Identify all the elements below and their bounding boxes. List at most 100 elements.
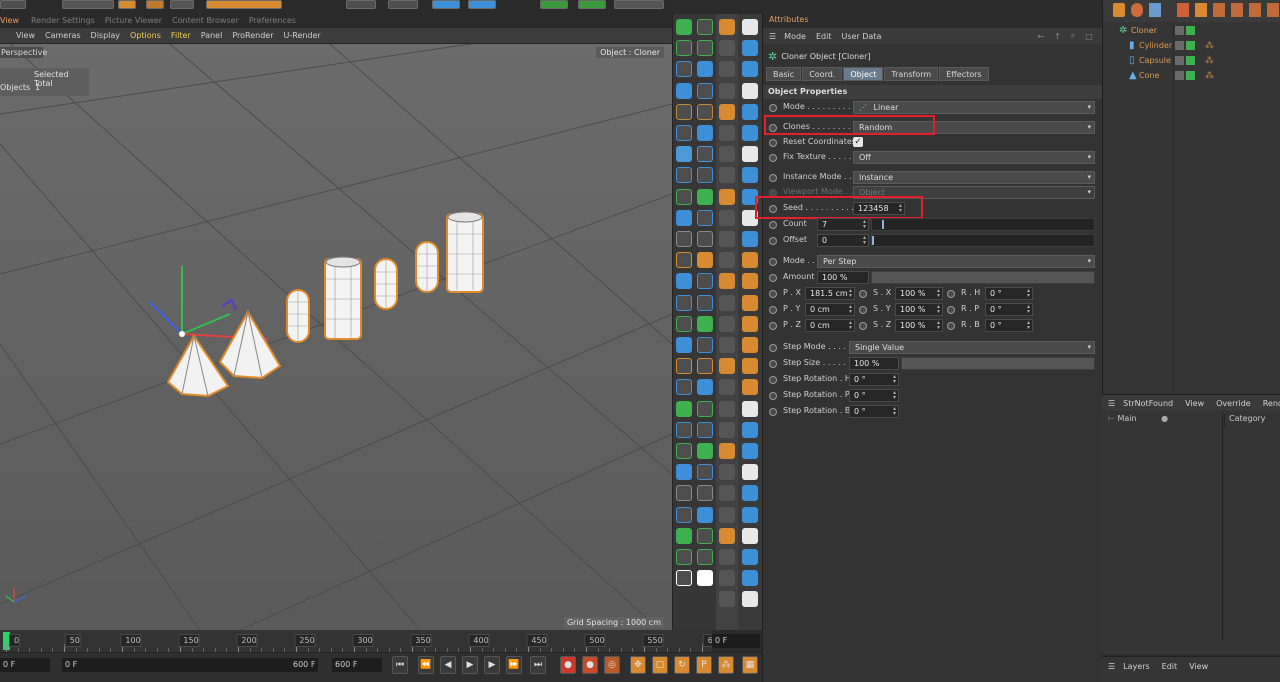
attr-menu-user-data[interactable]: User Data (841, 32, 881, 41)
sy-input[interactable]: 100 % ▴ ▾ (895, 303, 943, 316)
animation-dot-icon[interactable] (769, 360, 777, 368)
tool-icon[interactable] (697, 337, 713, 353)
mode-icon[interactable] (719, 231, 735, 247)
tool-icon[interactable] (676, 379, 692, 396)
layout-icon[interactable] (742, 19, 758, 35)
tool-icon[interactable] (676, 421, 692, 438)
menu-item-preferences[interactable]: Preferences (249, 16, 296, 25)
px-input[interactable]: 181.5 cm ▴ ▾ (805, 287, 855, 300)
animation-dot-icon[interactable] (769, 139, 777, 147)
mode-icon[interactable] (719, 591, 735, 608)
tool-icon[interactable] (697, 273, 713, 290)
start-frame-field[interactable]: 0 F (0, 658, 50, 672)
tool-icon[interactable] (697, 400, 713, 417)
timeline-ruler[interactable]: 05010015020025030035040045050055060 (0, 630, 719, 652)
mode-icon[interactable] (719, 146, 735, 163)
object-item-capsule[interactable]: ▯ Capsule ⁂ (1103, 55, 1280, 69)
record-button[interactable]: ● (560, 656, 576, 674)
shapes-icon[interactable] (1267, 3, 1279, 17)
toolbar-button[interactable] (432, 0, 460, 9)
keyframe-selection-button[interactable]: ◎ (604, 656, 620, 674)
spin-arrows-icon[interactable]: ▴ ▾ (1027, 288, 1030, 299)
tool-icon[interactable] (676, 209, 692, 226)
take-menu-strnotfound[interactable]: StrNotFound (1123, 399, 1173, 408)
autokey-button[interactable]: ● (582, 656, 598, 674)
toolbar-button[interactable] (346, 0, 376, 9)
step-size-slider[interactable] (901, 357, 1095, 370)
tool-icon[interactable] (676, 527, 692, 544)
clone-capsule-1[interactable] (286, 289, 310, 343)
object-item-cloner[interactable]: ✲ Cloner (1103, 25, 1280, 39)
tool-icon[interactable] (697, 146, 713, 163)
object-icon[interactable] (1131, 3, 1143, 17)
spin-arrows-icon[interactable]: ▴ ▾ (849, 320, 852, 331)
layout-icon[interactable] (742, 591, 758, 608)
tool-icon[interactable] (676, 231, 692, 247)
tool-icon[interactable] (697, 315, 713, 332)
back-arrow-icon[interactable]: ← (1037, 32, 1044, 41)
layout-icon[interactable] (742, 146, 758, 163)
amount-input[interactable]: 100 % (817, 271, 869, 284)
phong-tag-icon[interactable]: ⁂ (1205, 41, 1214, 51)
object-visibility-tags[interactable] (1175, 56, 1199, 67)
tool-icon[interactable] (697, 252, 713, 269)
toolbar-button[interactable] (614, 0, 664, 9)
layout-icon[interactable] (742, 570, 758, 587)
tool-icon[interactable] (676, 506, 692, 523)
next-key-button[interactable]: ⏩ (506, 656, 522, 674)
rp-input[interactable]: 0 ° ▴ ▾ (985, 303, 1033, 316)
tool-icon[interactable] (676, 82, 692, 99)
rh-input[interactable]: 0 ° ▴ ▾ (985, 287, 1033, 300)
py-input[interactable]: 0 cm ▴ ▾ (805, 303, 855, 316)
mode-icon[interactable] (719, 273, 735, 290)
shapes-icon[interactable] (1231, 3, 1243, 17)
layout-icon[interactable] (742, 82, 758, 99)
tool-icon[interactable] (697, 570, 713, 587)
count-slider[interactable] (871, 218, 1095, 231)
toolbar-button[interactable] (118, 0, 136, 9)
animation-dot-icon[interactable] (769, 237, 777, 245)
goto-end-button[interactable]: ⏭ (530, 656, 546, 674)
layout-icon[interactable] (742, 527, 758, 544)
mode-icon[interactable] (719, 549, 735, 565)
key-position-button[interactable]: ✥ (630, 656, 646, 674)
object-item-cylinder[interactable]: ▮ Cylinder ⁂ (1103, 40, 1280, 54)
animation-dot-icon[interactable] (769, 344, 777, 352)
current-frame-field[interactable]: 0 F (712, 634, 760, 648)
layout-icon[interactable] (742, 167, 758, 184)
vp-menu-filter[interactable]: Filter (171, 31, 191, 40)
spin-arrows-icon[interactable]: ▴ ▾ (1027, 304, 1030, 315)
animation-dot-icon[interactable] (769, 174, 777, 182)
tool-icon[interactable] (676, 40, 692, 57)
object-visibility-tags[interactable] (1175, 71, 1199, 82)
toolbar-button[interactable] (0, 0, 26, 9)
tool-icon[interactable] (676, 294, 692, 311)
animation-dot-icon[interactable] (859, 322, 867, 330)
layout-icon[interactable] (742, 506, 758, 523)
animation-dot-icon[interactable] (769, 322, 777, 330)
home-icon[interactable] (1113, 3, 1125, 17)
tool-icon[interactable] (676, 443, 692, 459)
amount-slider[interactable] (871, 271, 1095, 284)
mode-icon[interactable] (719, 61, 735, 78)
take-menu-override[interactable]: Override (1216, 399, 1251, 408)
key-parameter-button[interactable]: P (696, 656, 712, 674)
mode-icon[interactable] (719, 464, 735, 481)
tab-basic[interactable]: Basic (766, 67, 802, 81)
tool-icon[interactable] (697, 82, 713, 99)
tool-icon[interactable] (697, 61, 713, 78)
layout-icon[interactable] (742, 464, 758, 481)
tool-icon[interactable] (676, 125, 692, 141)
tool-icon[interactable] (676, 146, 692, 163)
clone-capsule-2[interactable] (374, 258, 398, 310)
prev-frame-button[interactable]: ◀ (440, 656, 456, 674)
mode-icon[interactable] (719, 294, 735, 311)
frame-range-min-field[interactable]: 0 F (62, 658, 318, 672)
toolbar-button[interactable] (388, 0, 418, 9)
tool-icon[interactable] (697, 464, 713, 481)
tab-transform[interactable]: Transform (884, 67, 939, 81)
layout-icon[interactable] (742, 549, 758, 565)
lock-icon[interactable]: ▢ (1085, 32, 1093, 41)
tool-icon[interactable] (697, 167, 713, 184)
clone-capsule-3[interactable] (415, 241, 439, 293)
